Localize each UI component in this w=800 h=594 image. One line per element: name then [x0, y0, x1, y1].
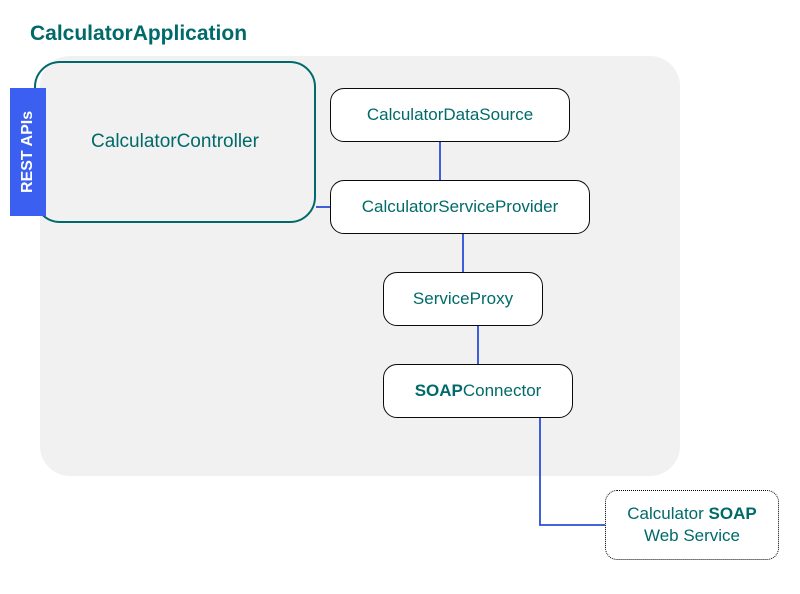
soap-service-node: Calculator SOAP Web Service: [605, 490, 779, 560]
soap-service-line1b: SOAP: [709, 504, 757, 523]
soapconnector-suffix: Connector: [463, 381, 541, 400]
soap-service-line1a: Calculator: [627, 504, 708, 523]
serviceprovider-label: CalculatorServiceProvider: [362, 197, 559, 217]
rest-apis-tag: REST APIs: [10, 88, 46, 216]
controller-node: CalculatorController: [34, 61, 316, 223]
soapconnector-label: SOAPConnector: [415, 381, 542, 401]
serviceproxy-label: ServiceProxy: [413, 289, 513, 309]
soap-service-label: Calculator SOAP Web Service: [627, 503, 756, 547]
soap-service-line2: Web Service: [644, 526, 740, 545]
application-title: CalculatorApplication: [30, 22, 247, 46]
serviceprovider-node: CalculatorServiceProvider: [330, 180, 590, 234]
datasource-label: CalculatorDataSource: [367, 105, 533, 125]
serviceproxy-node: ServiceProxy: [383, 272, 543, 326]
soapconnector-prefix: SOAP: [415, 381, 463, 400]
soapconnector-node: SOAPConnector: [383, 364, 573, 418]
controller-label: CalculatorController: [91, 131, 259, 153]
datasource-node: CalculatorDataSource: [330, 88, 570, 142]
